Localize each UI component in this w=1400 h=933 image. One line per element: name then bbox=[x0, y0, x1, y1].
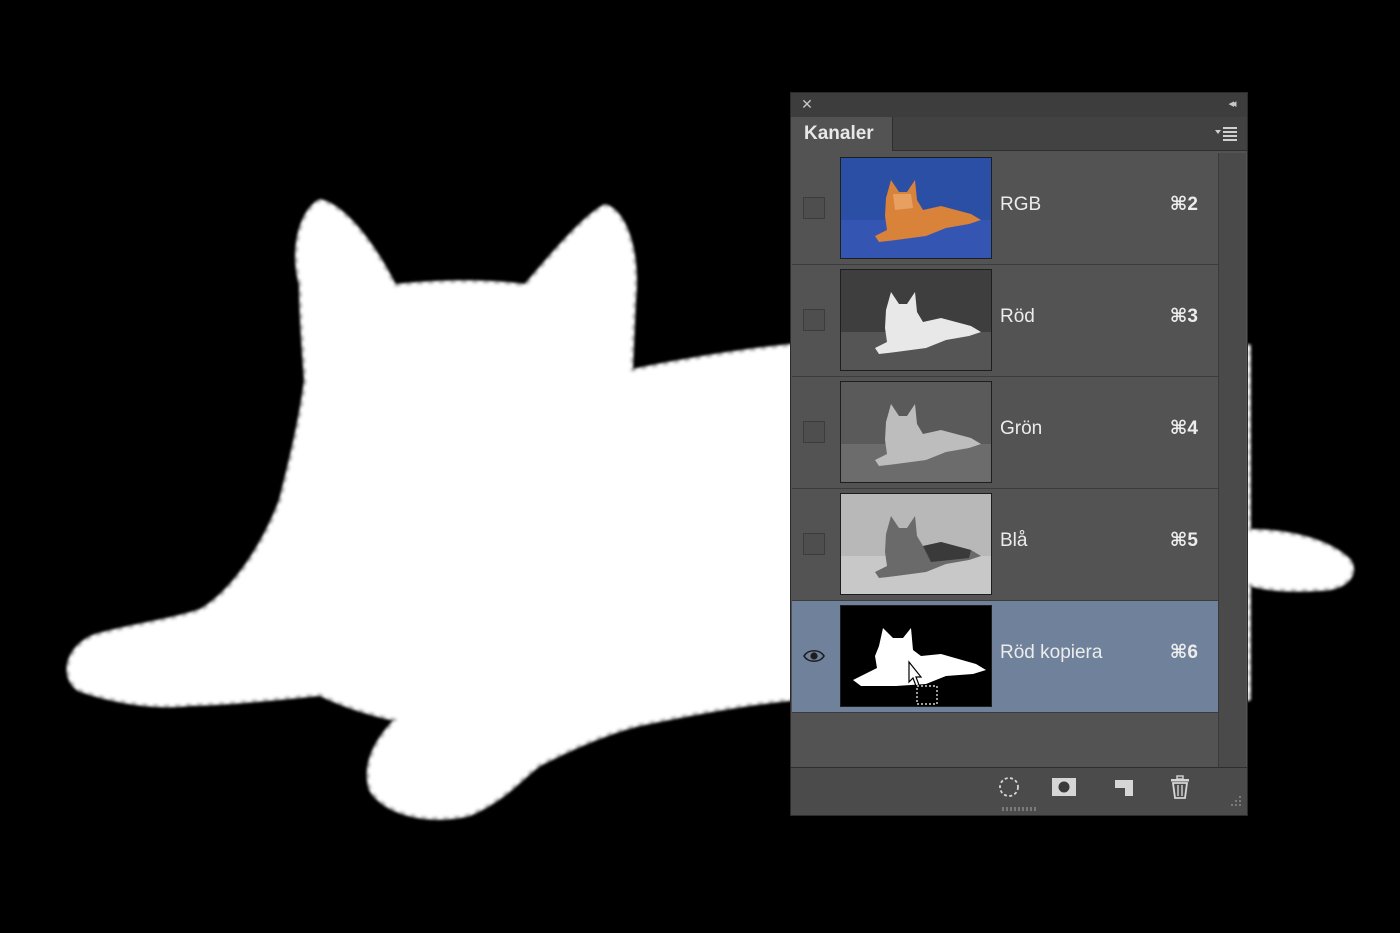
visibility-toggle[interactable] bbox=[803, 533, 825, 555]
channel-shortcut: ⌘4 bbox=[1169, 418, 1198, 439]
visibility-toggle[interactable] bbox=[803, 645, 825, 667]
eye-icon bbox=[803, 649, 825, 663]
channel-shortcut: ⌘6 bbox=[1169, 642, 1198, 663]
visibility-toggle[interactable] bbox=[803, 197, 825, 219]
new-channel-icon[interactable] bbox=[1109, 774, 1139, 800]
visibility-toggle[interactable] bbox=[803, 421, 825, 443]
channel-row-blue[interactable]: Blå ⌘5 bbox=[792, 489, 1218, 601]
save-selection-icon[interactable] bbox=[1049, 774, 1079, 800]
channel-thumbnail-green bbox=[840, 381, 992, 483]
channel-name: Röd bbox=[1000, 306, 1035, 327]
channel-row-red[interactable]: Röd ⌘3 bbox=[792, 265, 1218, 377]
channels-panel: ✕ ◂◂ Kanaler RGB ⌘2 Röd ⌘3 Grön ⌘4 Blå ⌘… bbox=[790, 92, 1248, 816]
corner-resize-icon[interactable] bbox=[1227, 792, 1243, 808]
channel-name: RGB bbox=[1000, 194, 1042, 215]
panel-title-bar[interactable]: ✕ ◂◂ bbox=[791, 93, 1247, 117]
channel-name: Grön bbox=[1000, 418, 1043, 439]
channel-list: RGB ⌘2 Röd ⌘3 Grön ⌘4 Blå ⌘5 Röd kopiera… bbox=[792, 153, 1218, 767]
trash-icon[interactable] bbox=[1165, 774, 1195, 800]
panel-resize-grip[interactable] bbox=[1001, 806, 1039, 812]
channel-row-red-copy[interactable]: Röd kopiera ⌘6 bbox=[792, 601, 1218, 713]
channel-thumbnail-red bbox=[840, 269, 992, 371]
channel-shortcut: ⌘5 bbox=[1169, 530, 1198, 551]
visibility-toggle[interactable] bbox=[803, 309, 825, 331]
channel-thumbnail-mask bbox=[840, 605, 992, 707]
channel-thumbnail-blue bbox=[840, 493, 992, 595]
channel-shortcut: ⌘2 bbox=[1169, 194, 1198, 215]
load-selection-icon[interactable] bbox=[994, 774, 1024, 800]
channel-name: Blå bbox=[1000, 530, 1028, 551]
channel-thumbnail-rgb bbox=[840, 157, 992, 259]
panel-tab-bar: Kanaler bbox=[791, 117, 1247, 151]
channel-row-rgb[interactable]: RGB ⌘2 bbox=[792, 153, 1218, 265]
tab-kanaler[interactable]: Kanaler bbox=[791, 117, 893, 151]
channel-shortcut: ⌘3 bbox=[1169, 306, 1198, 327]
channel-name: Röd kopiera bbox=[1000, 642, 1103, 663]
panel-footer bbox=[791, 767, 1247, 815]
channel-row-green[interactable]: Grön ⌘4 bbox=[792, 377, 1218, 489]
panel-menu-icon[interactable] bbox=[1213, 125, 1239, 143]
close-icon[interactable]: ✕ bbox=[800, 97, 814, 111]
double-chevron-left-icon[interactable]: ◂◂ bbox=[1223, 97, 1239, 111]
scrollbar[interactable] bbox=[1218, 153, 1246, 767]
